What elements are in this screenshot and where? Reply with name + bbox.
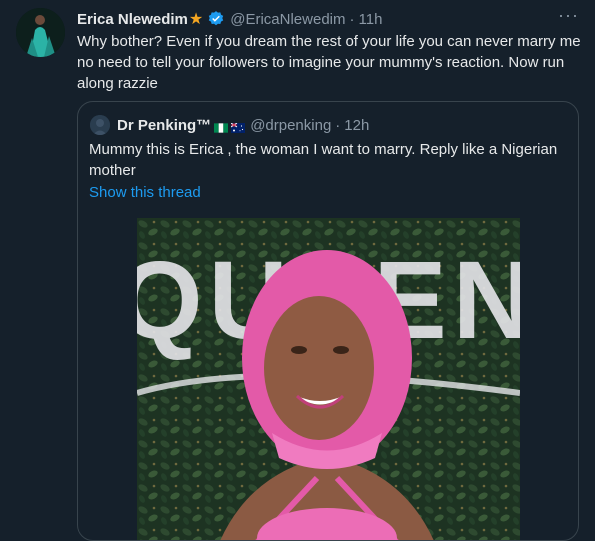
star-icon: ★ [188,11,204,28]
australia-flag-icon [230,120,246,133]
quote-avatar[interactable] [90,115,110,135]
quoted-tweet[interactable]: Dr Penking™ @drpenking · 12h Mummy this … [77,101,579,541]
tweet-text: Why bother? Even if you dream the rest o… [77,33,581,92]
tweet-header: Erica Nlewedim ★ @EricaNlewedim · 11h [77,9,382,29]
timestamp[interactable]: 11h [359,11,383,28]
handle[interactable]: @EricaNlewedim [230,11,345,28]
show-thread-link[interactable]: Show this thread [89,184,201,201]
separator-dot: · [335,116,341,134]
avatar[interactable] [16,8,65,57]
quote-media-image[interactable]: QUEEN [137,218,520,540]
quote-text: Mummy this is Erica , the woman I want t… [89,141,558,179]
quote-display-name[interactable]: Dr Penking™ [117,117,211,134]
nigeria-flag-icon [214,120,229,133]
verified-icon [207,10,225,28]
quote-handle[interactable]: @drpenking [250,117,331,134]
quote-header: Dr Penking™ @drpenking · 12h [117,115,369,135]
quote-timestamp[interactable]: 12h [344,117,369,134]
display-name[interactable]: Erica Nlewedim [77,11,188,28]
more-icon[interactable]: ··· [558,6,579,24]
separator-dot: · [349,10,355,28]
